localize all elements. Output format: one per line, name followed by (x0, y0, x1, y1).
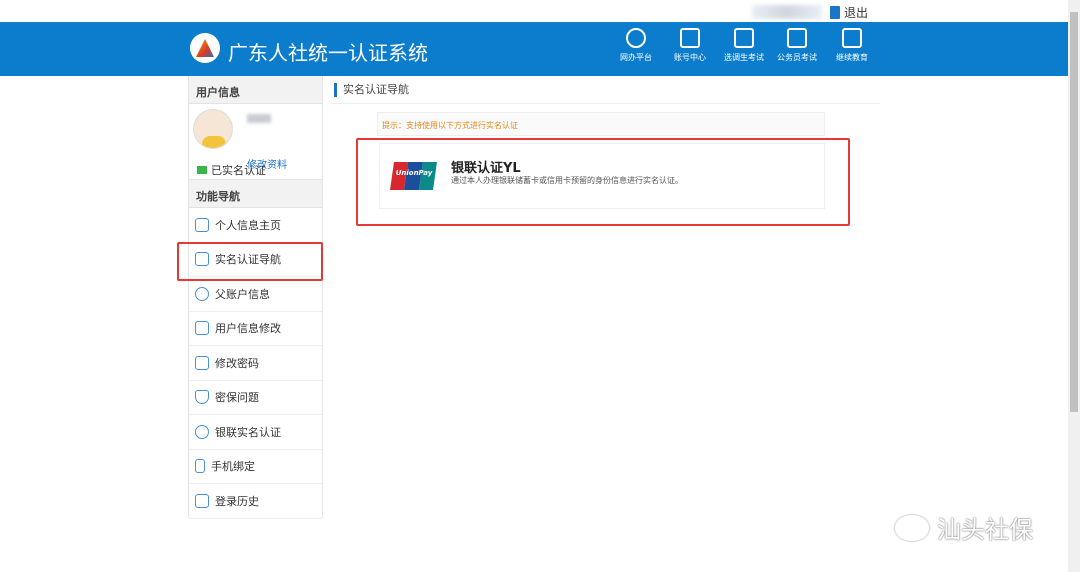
highlight-box-card (356, 138, 850, 226)
logout-label: 退出 (844, 6, 869, 20)
nav-online-platform[interactable]: 网办平台 (610, 28, 662, 63)
username-blurred (752, 5, 822, 19)
watermark-text: 汕头社保 (937, 516, 1033, 544)
user-box: 修改资料 已实名认证 (189, 104, 322, 180)
exam-100-icon (734, 28, 754, 48)
item-label: 密保问题 (215, 391, 259, 405)
nav-account-center[interactable]: 账号中心 (664, 28, 716, 63)
sidebar-item-profile-home[interactable]: 个人信息主页 (189, 208, 322, 243)
item-label: 个人信息主页 (215, 218, 281, 232)
item-label: 银联实名认证 (215, 425, 281, 439)
phone-icon (195, 459, 205, 474)
scrollbar[interactable] (1068, 0, 1080, 572)
highlight-box-sidebar (177, 242, 323, 281)
site-title: 广东人社统一认证系统 (228, 41, 428, 65)
shield-icon (195, 390, 209, 405)
item-label: 登录历史 (215, 494, 259, 508)
divider (330, 103, 880, 104)
sidebar-item-login-history[interactable]: 登录历史 (189, 484, 322, 519)
nav-label: 继续教育 (836, 53, 868, 62)
user-info-heading: 用户信息 (189, 76, 322, 104)
nav-label: 公务员考试 (777, 53, 817, 62)
nav-label: 选调生考试 (724, 53, 764, 62)
function-nav-heading: 功能导航 (189, 180, 322, 208)
logout-icon (830, 6, 840, 19)
lock-icon (195, 355, 209, 370)
item-label: 用户信息修改 (215, 322, 281, 336)
tip-banner: 提示：支持使用以下方式进行实名认证 (377, 112, 825, 136)
item-label: 父账户信息 (215, 287, 270, 301)
sidebar-item-phone-binding[interactable]: 手机绑定 (189, 450, 322, 484)
top-bar: 退出 (0, 0, 1068, 22)
sidebar-item-change-password[interactable]: 修改密码 (189, 346, 322, 381)
site-logo[interactable] (190, 33, 220, 63)
sidebar-item-parent-account[interactable]: 父账户信息 (189, 277, 322, 312)
exam-100-icon (787, 28, 807, 48)
teacher-board-icon (842, 28, 862, 48)
wechat-icon (895, 514, 929, 541)
sidebar-item-edit-info[interactable]: 用户信息修改 (189, 312, 322, 346)
breadcrumb: 实名认证导航 (334, 83, 409, 97)
item-label: 手机绑定 (211, 460, 255, 474)
user-icon (195, 424, 209, 439)
item-label: 修改密码 (215, 356, 259, 370)
person-circle-icon (626, 28, 646, 48)
nav-label: 网办平台 (620, 53, 652, 62)
header: 广东人社统一认证系统 网办平台 账号中心 选调生考试 公务员考试 继续教育 (0, 22, 1068, 76)
profile-icon (195, 217, 209, 232)
verified-status: 已实名认证 (197, 162, 266, 178)
account-card-icon (680, 28, 700, 48)
sidebar-item-security-question[interactable]: 密保问题 (189, 381, 322, 415)
watermark: 汕头社保 (895, 510, 1033, 545)
pencil-icon (195, 321, 209, 336)
verified-label: 已实名认证 (211, 164, 266, 177)
nav-label: 账号中心 (674, 53, 706, 62)
nav-civil-exam[interactable]: 公务员考试 (771, 28, 823, 63)
sidebar-item-unionpay-auth[interactable]: 银联实名认证 (189, 415, 322, 450)
logout-button[interactable]: 退出 (830, 4, 868, 21)
username-blurred (247, 114, 271, 123)
sidebar: 用户信息 修改资料 已实名认证 功能导航 个人信息主页 实名认证导航 父账户信息… (188, 76, 323, 519)
user-icon (195, 286, 209, 301)
history-list-icon (195, 493, 209, 508)
verified-icon (197, 166, 207, 174)
scrollbar-thumb[interactable] (1070, 12, 1078, 412)
nav-selection-exam[interactable]: 选调生考试 (718, 28, 770, 63)
nav-continuing-education[interactable]: 继续教育 (826, 28, 878, 63)
avatar (193, 109, 233, 149)
